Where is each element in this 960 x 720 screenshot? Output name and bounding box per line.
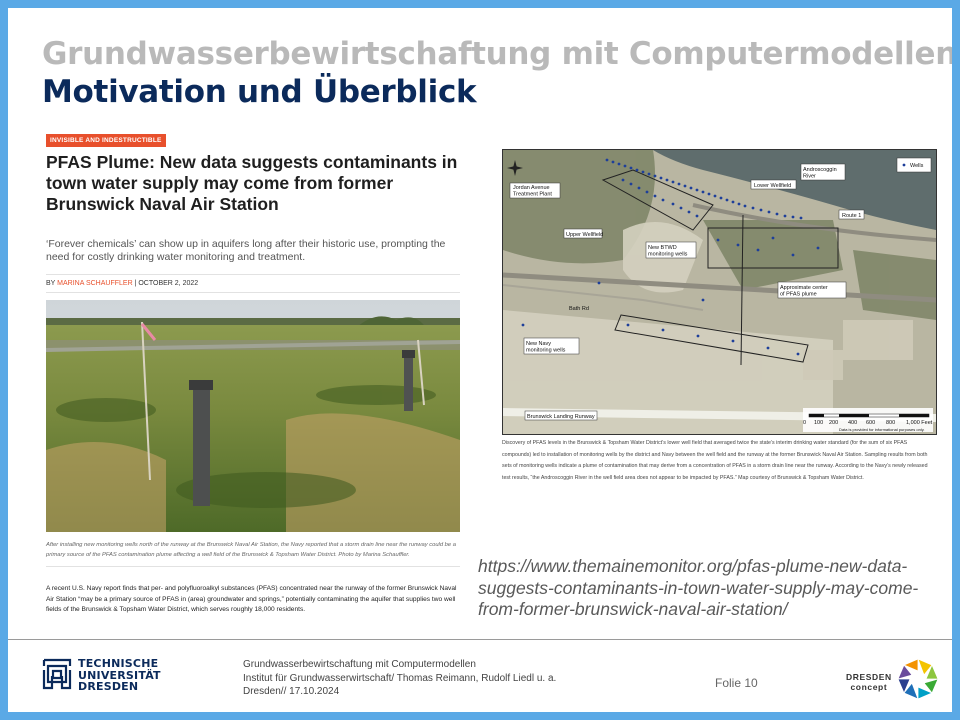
article-tag: INVISIBLE AND INDESTRUCTIBLE: [46, 134, 166, 147]
map-label-bath-rd: Bath Rd: [569, 306, 589, 312]
pfas-map: Jordan Avenue Treatment Plant Lower Wellf…: [502, 149, 937, 435]
tud-line-1: TECHNISCHE: [78, 657, 159, 670]
article-byline: BY MARINA SCHAUFFLER | OCTOBER 2, 2022: [46, 280, 198, 287]
dc-line-1: DRESDEN: [846, 672, 892, 682]
scale-tick-100: 100: [814, 420, 823, 426]
footer-institute: Institut für Grundwasserwirtschaft/ Thom…: [243, 672, 557, 684]
map-label-lower-wellfield: Lower Wellfield: [754, 183, 791, 189]
scale-tick-0: 0: [803, 420, 806, 426]
scale-tick-1000: 1,000 Feet: [906, 420, 933, 426]
map-disclaimer: Data is provided for informational purpo…: [839, 427, 925, 432]
scale-tick-200: 200: [829, 420, 838, 426]
tud-logo-icon: [40, 658, 74, 697]
dc-line-2: concept: [850, 682, 888, 692]
footer-date: Dresden// 17.10.2024: [243, 686, 340, 697]
map-label-route1: Route 1: [842, 213, 861, 219]
source-url[interactable]: https://www.themainemonitor.org/pfas-plu…: [478, 556, 950, 621]
slide-number: Folie 10: [715, 676, 758, 690]
divider: [46, 274, 460, 275]
scale-tick-600: 600: [866, 420, 875, 426]
article-author-link[interactable]: MARINA SCHAUFFLER: [57, 280, 132, 287]
divider: [46, 566, 460, 567]
footer-divider: [8, 639, 952, 640]
article-date: | OCTOBER 2, 2022: [134, 280, 199, 287]
article-headline: PFAS Plume: New data suggests contaminan…: [46, 152, 458, 214]
footer-course: Grundwasserbewirtschaftung mit Computerm…: [243, 659, 476, 670]
byline-prefix: BY: [46, 280, 56, 287]
slide-title: Grundwasserbewirtschaftung mit Computerm…: [42, 36, 952, 72]
tud-wordmark: TECHNISCHE UNIVERSITÄT DRESDEN: [78, 658, 161, 693]
map-legend-wells: Wells: [910, 163, 924, 169]
scale-tick-800: 800: [886, 420, 895, 426]
map-label-upper-wellfield: Upper Wellfield: [566, 232, 603, 238]
dresden-concept-logo-icon: [896, 657, 940, 706]
dresden-concept-wordmark: DRESDEN concept: [846, 672, 892, 692]
article-photo: [46, 300, 460, 532]
slide-subtitle: Motivation und Überblick: [42, 74, 477, 110]
divider: [46, 292, 460, 293]
slide: Grundwasserbewirtschaftung mit Computerm…: [8, 8, 952, 712]
footer-info: Grundwasserbewirtschaftung mit Computerm…: [243, 658, 556, 699]
article-screenshot: INVISIBLE AND INDESTRUCTIBLE PFAS Plume:…: [46, 134, 460, 622]
scale-tick-400: 400: [848, 420, 857, 426]
tud-line-3: DRESDEN: [78, 680, 139, 693]
article-body: A recent U.S. Navy report finds that per…: [46, 585, 457, 613]
article-subhead: ‘Forever chemicals’ can show up in aquif…: [46, 238, 446, 263]
map-caption: Discovery of PFAS levels in the Brunswic…: [502, 440, 928, 481]
map-label-runway: Brunswick Landing Runway: [527, 414, 595, 420]
photo-caption: After installing new monitoring wells no…: [46, 542, 456, 558]
map-label-jordan: Jordan Avenue Treatment Plant: [513, 185, 552, 198]
